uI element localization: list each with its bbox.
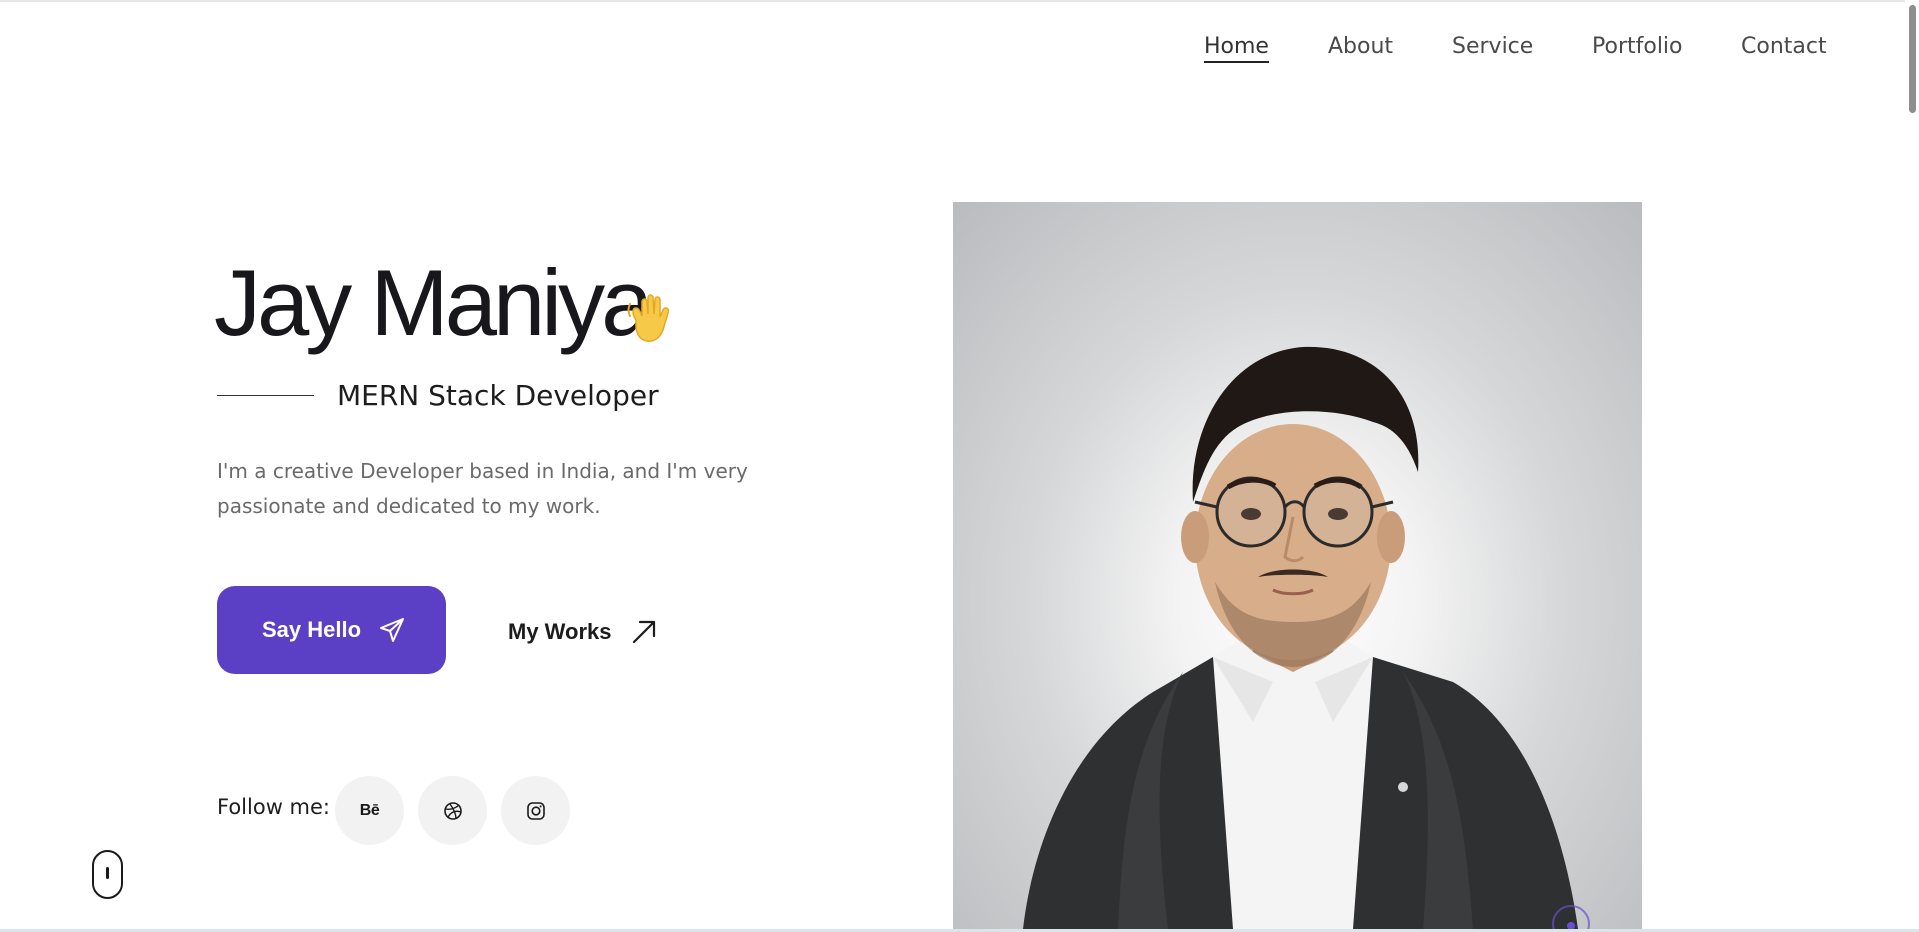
my-works-label: My Works xyxy=(508,619,612,644)
my-works-button[interactable]: My Works xyxy=(508,612,658,652)
hero-name: Jay Maniya xyxy=(214,250,653,355)
say-hello-label: Say Hello xyxy=(261,617,362,642)
hero-subtitle: MERN Stack Developer xyxy=(337,379,659,412)
instagram-link[interactable] xyxy=(501,776,570,845)
behance-link[interactable]: Bē xyxy=(335,776,404,845)
follow-label: Follow me: xyxy=(217,795,330,819)
instagram-icon xyxy=(526,801,545,820)
paper-plane-icon xyxy=(380,618,405,642)
arrow-up-right-icon xyxy=(632,620,655,644)
say-hello-button[interactable]: Say Hello xyxy=(217,586,446,674)
nav-portfolio[interactable]: Portfolio xyxy=(1592,34,1683,59)
portrait-illustration xyxy=(1023,346,1590,929)
scroll-mouse-icon[interactable] xyxy=(92,850,123,899)
scrollbar-thumb[interactable] xyxy=(1909,5,1916,113)
dribbble-icon xyxy=(443,801,462,820)
dribbble-link[interactable] xyxy=(418,776,487,845)
nav-contact[interactable]: Contact xyxy=(1741,34,1827,59)
subtitle-divider xyxy=(217,395,314,396)
behance-icon: Bē xyxy=(359,801,380,819)
nav-about[interactable]: About xyxy=(1328,34,1393,59)
hero-description: I'm a creative Developer based in India,… xyxy=(217,459,748,518)
profile-photo xyxy=(953,202,1642,929)
waving-hand-icon xyxy=(627,294,670,342)
nav-service[interactable]: Service xyxy=(1452,34,1533,59)
top-border xyxy=(0,0,1919,2)
page-scrollbar[interactable] xyxy=(1905,0,1919,929)
nav-home[interactable]: Home xyxy=(1204,34,1269,63)
